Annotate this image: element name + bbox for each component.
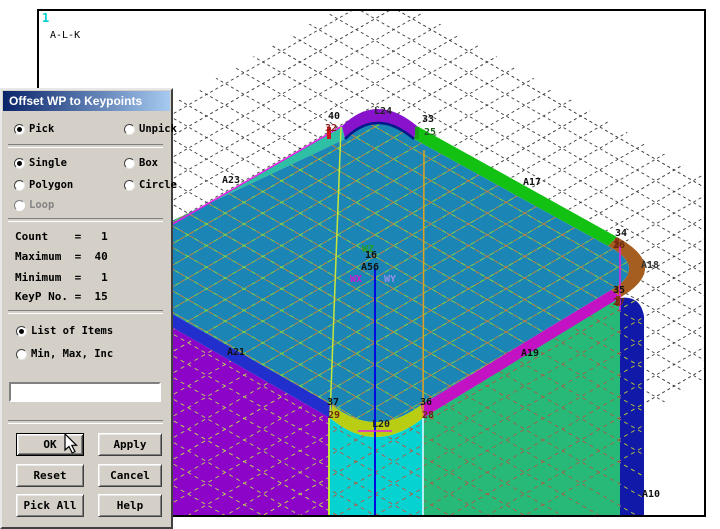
- separator: [8, 420, 163, 424]
- radio-pick[interactable]: Pick: [14, 122, 54, 136]
- radio-min-max-inc[interactable]: Min, Max, Inc: [16, 347, 113, 361]
- radio-minmax-circle: [16, 348, 27, 360]
- radio-unpick-circle: [124, 123, 135, 135]
- stat-maximum: Maximum = 40: [15, 250, 108, 263]
- radio-circle-circle: [124, 179, 135, 191]
- keypoint-marker-33[interactable]: [415, 127, 419, 139]
- entity-label-40: 40: [328, 111, 340, 122]
- offset-wp-to-keypoints-dialog: Offset WP to Keypoints Pick Unpick Singl…: [0, 88, 177, 529]
- radio-single-circle: [14, 157, 25, 169]
- stat-keyp-no: KeyP No. = 15: [15, 290, 108, 303]
- radio-list-circle: [16, 325, 27, 337]
- reset-button[interactable]: Reset: [16, 464, 84, 487]
- cancel-button[interactable]: Cancel: [98, 464, 162, 487]
- radio-pick-circle: [14, 123, 25, 135]
- radio-box[interactable]: Box: [124, 156, 158, 170]
- apply-button[interactable]: Apply: [98, 433, 162, 456]
- entity-label-A17: A17: [523, 177, 541, 188]
- model-line-right-upper: [422, 149, 425, 418]
- dialog-titlebar[interactable]: Offset WP to Keypoints: [3, 91, 170, 111]
- radio-single[interactable]: Single: [14, 156, 67, 170]
- entity-label-A19: A19: [521, 348, 539, 359]
- plot-title: A-L-K: [50, 30, 80, 41]
- entity-label-A18: A18: [641, 260, 659, 271]
- stat-count: Count = 1: [15, 230, 108, 243]
- separator: [8, 218, 163, 222]
- entity-label-37: 37: [327, 397, 339, 408]
- entity-label-16: 16: [365, 250, 377, 261]
- entity-label-A21: A21: [227, 347, 245, 358]
- entity-label-32: 32: [325, 123, 337, 134]
- plot-number: 1: [42, 11, 49, 25]
- entity-label-A10: A10: [642, 489, 660, 500]
- radio-box-circle: [124, 157, 135, 169]
- entity-label-25: 25: [424, 127, 436, 138]
- ansys-graphics-window: 1 A-L-K A23 40 32 L24 33 25 A17 34 26 A18 35 27 A19 A…: [0, 0, 720, 529]
- entity-label-27: 27: [613, 297, 625, 308]
- entity-label-34: 34: [615, 228, 627, 239]
- radio-loop: Loop: [14, 198, 54, 212]
- entity-label-L24: L24: [374, 106, 392, 117]
- separator: [8, 144, 163, 148]
- entity-label-L20: L20: [372, 419, 390, 430]
- dialog-title: Offset WP to Keypoints: [9, 94, 142, 108]
- entity-label-36: 36: [420, 397, 432, 408]
- entity-label-29: 29: [328, 410, 340, 421]
- mouse-cursor: [64, 433, 78, 454]
- radio-polygon[interactable]: Polygon: [14, 178, 73, 192]
- help-button[interactable]: Help: [98, 494, 162, 517]
- pick-list-input[interactable]: [9, 382, 161, 402]
- entity-label-33: 33: [422, 114, 434, 125]
- wall-corner-navy: [620, 297, 644, 515]
- radio-loop-circle: [14, 199, 25, 211]
- entity-label-WY: WY: [384, 274, 396, 285]
- entity-label-26: 26: [613, 240, 625, 251]
- separator: [8, 310, 163, 314]
- radio-list-of-items[interactable]: List of Items: [16, 324, 113, 338]
- radio-circle[interactable]: Circle: [124, 178, 177, 192]
- entity-label-A56: A56: [361, 262, 379, 273]
- stat-minimum: Minimum = 1: [15, 271, 108, 284]
- radio-polygon-circle: [14, 179, 25, 191]
- pick-all-button[interactable]: Pick All: [16, 494, 84, 517]
- entity-label-28: 28: [422, 410, 434, 421]
- entity-label-WX: WX: [350, 274, 362, 285]
- radio-unpick[interactable]: Unpick: [124, 122, 177, 136]
- entity-label-35: 35: [613, 285, 625, 296]
- entity-label-A23: A23: [222, 175, 240, 186]
